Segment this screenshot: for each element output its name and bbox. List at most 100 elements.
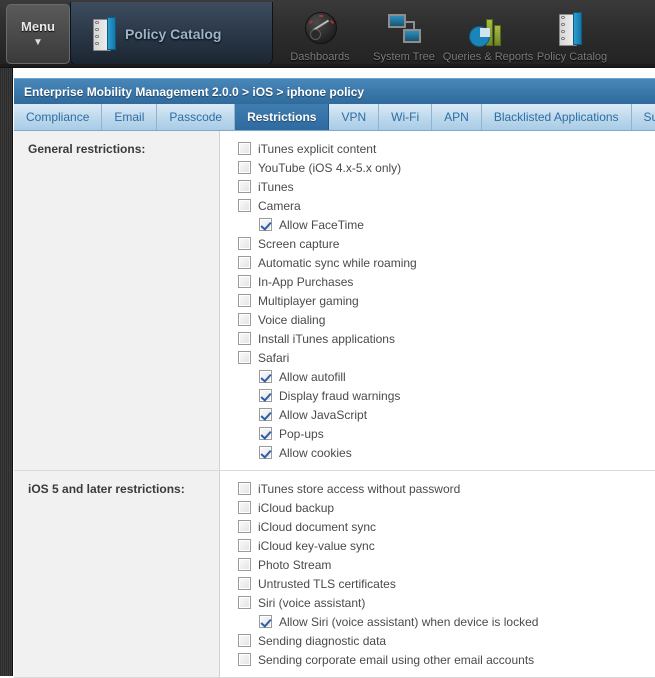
- checkbox-checked-icon[interactable]: [259, 427, 272, 440]
- section-label-column: General restrictions:: [14, 131, 220, 470]
- checkbox-unchecked-icon[interactable]: [238, 501, 251, 514]
- checkbox-unchecked-icon[interactable]: [238, 161, 251, 174]
- tab-apn[interactable]: APN: [432, 104, 482, 130]
- checkbox-row[interactable]: In-App Purchases: [220, 272, 655, 291]
- checkbox-label: Siri (voice assistant): [258, 595, 366, 610]
- checkbox-row[interactable]: iTunes explicit content: [220, 139, 655, 158]
- nav-item-dashboards[interactable]: Dashboards: [278, 0, 362, 68]
- checkbox-row[interactable]: iCloud key-value sync: [220, 536, 655, 555]
- tab-label: VPN: [341, 110, 367, 124]
- nav-item-policy-catalog[interactable]: Policy Catalog: [530, 0, 614, 68]
- notebook-icon: [93, 16, 119, 51]
- tab-compliance[interactable]: Compliance: [14, 104, 103, 130]
- checkbox-label: Sending corporate email using other emai…: [258, 652, 535, 667]
- sections-container: General restrictions: iTunes explicit con…: [14, 131, 655, 678]
- checkbox-unchecked-icon[interactable]: [238, 332, 251, 345]
- checkbox-row[interactable]: iCloud document sync: [220, 517, 655, 536]
- notebook-icon: [551, 12, 593, 48]
- tab-email[interactable]: Email: [102, 104, 158, 130]
- panel-title-bar: Enterprise Mobility Management 2.0.0 > i…: [14, 78, 655, 104]
- checkbox-label: In-App Purchases: [258, 274, 354, 289]
- checkbox-unchecked-icon[interactable]: [238, 142, 251, 155]
- checkbox-checked-icon[interactable]: [259, 389, 272, 402]
- checkbox-label: Allow Siri (voice assistant) when device…: [279, 614, 539, 629]
- checkbox-row[interactable]: Automatic sync while roaming: [220, 253, 655, 272]
- tab-blacklisted-applications[interactable]: Blacklisted Applications: [481, 104, 632, 130]
- checkbox-unchecked-icon[interactable]: [238, 180, 251, 193]
- breadcrumb: Enterprise Mobility Management 2.0.0 > i…: [24, 84, 365, 99]
- checkbox-row[interactable]: Screen capture: [220, 234, 655, 253]
- section-options-column: iTunes explicit content YouTube (iOS 4.x-…: [220, 131, 655, 470]
- checkbox-unchecked-icon[interactable]: [238, 313, 251, 326]
- checkbox-row[interactable]: Allow cookies: [220, 443, 655, 462]
- tab-label: Passcode: [169, 110, 223, 124]
- checkbox-label: Sending diagnostic data: [258, 633, 387, 648]
- checkbox-unchecked-icon[interactable]: [238, 653, 251, 666]
- left-rail-decoration: [0, 68, 13, 676]
- nav-item-label: System Tree: [373, 51, 435, 63]
- nav-item-system-tree[interactable]: System Tree: [362, 0, 446, 68]
- checkbox-checked-icon[interactable]: [259, 408, 272, 421]
- checkbox-checked-icon[interactable]: [259, 615, 272, 628]
- nav-item-list: Dashboards System Tree Queries & Reports: [278, 0, 614, 68]
- checkbox-row[interactable]: Allow FaceTime: [220, 215, 655, 234]
- tab-supervis[interactable]: Supervis: [631, 104, 655, 130]
- checkbox-row[interactable]: iTunes store access without password: [220, 479, 655, 498]
- checkbox-row[interactable]: Camera: [220, 196, 655, 215]
- checkbox-unchecked-icon[interactable]: [238, 634, 251, 647]
- section-label: iOS 5 and later restrictions:: [28, 482, 185, 496]
- checkbox-unchecked-icon[interactable]: [238, 275, 251, 288]
- checkbox-row[interactable]: Voice dialing: [220, 310, 655, 329]
- tab-restrictions[interactable]: Restrictions: [235, 104, 330, 130]
- section-label: General restrictions:: [28, 142, 146, 156]
- checkbox-row[interactable]: Allow autofill: [220, 367, 655, 386]
- checkbox-unchecked-icon[interactable]: [238, 520, 251, 533]
- checkbox-row[interactable]: Pop-ups: [220, 424, 655, 443]
- checkbox-row[interactable]: Sending corporate email using other emai…: [220, 650, 655, 669]
- checkbox-row[interactable]: Allow JavaScript: [220, 405, 655, 424]
- tab-wi-fi[interactable]: Wi-Fi: [379, 104, 433, 130]
- restriction-section: iOS 5 and later restrictions: iTunes stor…: [14, 471, 655, 678]
- checkbox-row[interactable]: Allow Siri (voice assistant) when device…: [220, 612, 655, 631]
- checkbox-row[interactable]: Multiplayer gaming: [220, 291, 655, 310]
- checkbox-unchecked-icon[interactable]: [238, 596, 251, 609]
- checkbox-row[interactable]: iCloud backup: [220, 498, 655, 517]
- checkbox-row[interactable]: Safari: [220, 348, 655, 367]
- checkbox-label: Display fraud warnings: [279, 388, 401, 403]
- nav-item-label: Queries & Reports: [442, 51, 534, 63]
- checkbox-label: iCloud key-value sync: [258, 538, 375, 553]
- active-app-button-policy-catalog[interactable]: Policy Catalog: [70, 2, 273, 66]
- checkbox-row[interactable]: Display fraud warnings: [220, 386, 655, 405]
- checkbox-unchecked-icon[interactable]: [238, 294, 251, 307]
- checkbox-label: Multiplayer gaming: [258, 293, 359, 308]
- checkbox-label: Camera: [258, 198, 301, 213]
- chart-pie-icon: [467, 12, 509, 48]
- checkbox-row[interactable]: iTunes: [220, 177, 655, 196]
- checkbox-unchecked-icon[interactable]: [238, 558, 251, 571]
- tab-vpn[interactable]: VPN: [329, 104, 380, 130]
- menu-button[interactable]: Menu ▼: [6, 4, 70, 64]
- checkbox-row[interactable]: Photo Stream: [220, 555, 655, 574]
- active-app-label: Policy Catalog: [125, 25, 222, 42]
- checkbox-unchecked-icon[interactable]: [238, 237, 251, 250]
- checkbox-row[interactable]: Untrusted TLS certificates: [220, 574, 655, 593]
- chevron-down-icon: ▼: [33, 36, 43, 48]
- tab-label: APN: [444, 110, 469, 124]
- checkbox-row[interactable]: Install iTunes applications: [220, 329, 655, 348]
- checkbox-checked-icon[interactable]: [259, 446, 272, 459]
- checkbox-row[interactable]: Siri (voice assistant): [220, 593, 655, 612]
- checkbox-unchecked-icon[interactable]: [238, 539, 251, 552]
- checkbox-row[interactable]: Sending diagnostic data: [220, 631, 655, 650]
- checkbox-checked-icon[interactable]: [259, 370, 272, 383]
- tab-passcode[interactable]: Passcode: [157, 104, 236, 130]
- checkbox-unchecked-icon[interactable]: [238, 199, 251, 212]
- checkbox-unchecked-icon[interactable]: [238, 256, 251, 269]
- checkbox-label: iCloud document sync: [258, 519, 377, 534]
- nav-item-queries-reports[interactable]: Queries & Reports: [442, 0, 534, 68]
- checkbox-unchecked-icon[interactable]: [238, 482, 251, 495]
- checkbox-unchecked-icon[interactable]: [238, 351, 251, 364]
- checkbox-unchecked-icon[interactable]: [238, 577, 251, 590]
- checkbox-row[interactable]: YouTube (iOS 4.x-5.x only): [220, 158, 655, 177]
- checkbox-checked-icon[interactable]: [259, 218, 272, 231]
- checkbox-label: Safari: [258, 350, 290, 365]
